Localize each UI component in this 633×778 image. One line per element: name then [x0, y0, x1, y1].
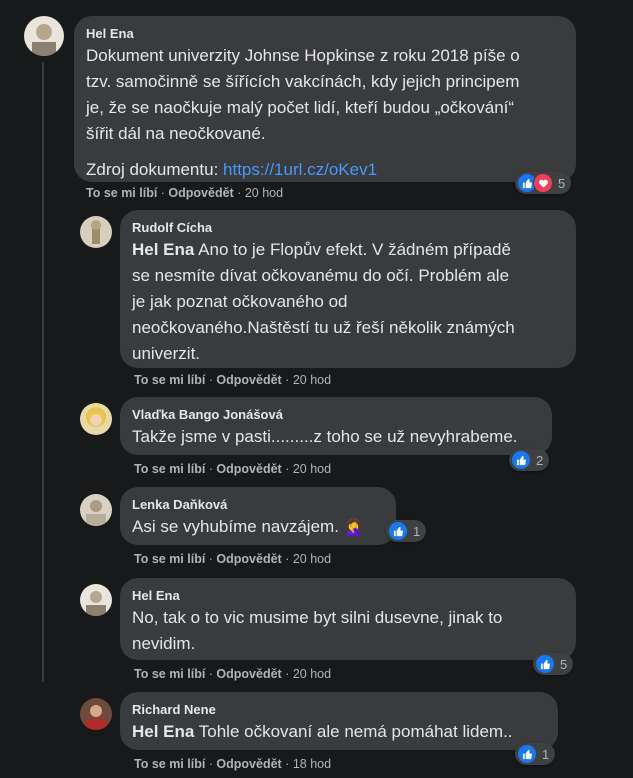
reply-button[interactable]: Odpovědět	[216, 667, 281, 681]
avatar-image	[32, 24, 56, 56]
comment-author[interactable]: Richard Nene	[132, 702, 546, 717]
comment-text-line: Ano to je Flopův efekt. V žádném případě	[194, 240, 511, 259]
comment-text-line: univerzit.	[132, 344, 201, 363]
avatar[interactable]	[80, 403, 112, 435]
like-button[interactable]: To se mi líbí	[134, 552, 205, 566]
comment-text-line: Dokument univerzity Johnse Hopkinse z ro…	[86, 46, 520, 65]
love-icon	[533, 173, 553, 193]
comment-author[interactable]: Hel Ena	[132, 588, 564, 603]
avatar[interactable]	[24, 16, 64, 56]
comment-actions: To se mi líbí · Odpovědět · 20 hod	[134, 667, 332, 681]
comment-text: Asi se vyhubíme navzájem.	[132, 517, 339, 536]
comment-bubble: Vlaďka Bango Jonášová Takže jsme v pasti…	[120, 397, 552, 455]
comment-author[interactable]: Hel Ena	[86, 26, 564, 41]
reply-button[interactable]: Odpovědět	[216, 552, 281, 566]
source-label: Zdroj dokumentu:	[86, 160, 224, 179]
avatar-image	[86, 705, 106, 730]
comment-text-line: šířit dál na neočkované.	[86, 124, 266, 143]
reaction-count: 2	[536, 452, 544, 468]
comment-bubble: Hel Ena No, tak o to vic musime byt siln…	[120, 578, 576, 660]
comment-text-line: nevidim.	[132, 634, 196, 653]
comment-text-line: neočkovaného.Naštěstí tu už řeší několik…	[132, 318, 515, 337]
timestamp[interactable]: 20 hod	[293, 462, 331, 476]
comment-bubble: Richard Nene Hel Ena Tohle očkovaní ale …	[120, 692, 558, 750]
reaction-count: 5	[558, 175, 566, 191]
mention[interactable]: Hel Ena	[132, 240, 194, 259]
reactions-badge[interactable]: 1	[386, 520, 427, 542]
avatar-image	[86, 500, 106, 526]
like-icon	[511, 450, 531, 470]
like-button[interactable]: To se mi líbí	[134, 373, 205, 387]
like-button[interactable]: To se mi líbí	[134, 757, 205, 771]
like-icon	[388, 521, 408, 541]
avatar[interactable]	[80, 584, 112, 616]
comment-text-line: je, že se naočkuje malý počet lidí, kteř…	[86, 98, 515, 117]
comment-actions: To se mi líbí · Odpovědět · 20 hod	[86, 186, 284, 200]
comment-text-line: je jak poznat očkovaného od	[132, 292, 348, 311]
like-icon	[535, 654, 555, 674]
like-button[interactable]: To se mi líbí	[134, 667, 205, 681]
comment-text-line: tzv. samočinně se šířících vakcínách, kd…	[86, 72, 520, 91]
like-button[interactable]: To se mi líbí	[134, 462, 205, 476]
reply-button[interactable]: Odpovědět	[168, 186, 233, 200]
reply-button[interactable]: Odpovědět	[216, 757, 281, 771]
reaction-count: 1	[413, 523, 421, 539]
avatar[interactable]	[80, 216, 112, 248]
timestamp[interactable]: 20 hod	[293, 373, 331, 387]
comment-author[interactable]: Rudolf Cícha	[132, 220, 564, 235]
reactions-badge[interactable]: 5	[533, 653, 574, 675]
timestamp[interactable]: 20 hod	[293, 552, 331, 566]
facepalm-emoji: 🤦‍♀️	[343, 519, 364, 536]
comment-bubble: Lenka Daňková Asi se vyhubíme navzájem. …	[120, 487, 396, 545]
reactions-badge[interactable]: 2	[509, 449, 550, 471]
reply-button[interactable]: Odpovědět	[216, 462, 281, 476]
comment-author[interactable]: Vlaďka Bango Jonášová	[132, 407, 540, 422]
reactions-badge[interactable]: 1	[515, 743, 556, 765]
comment-bubble: Rudolf Cícha Hel Ena Ano to je Flopův ef…	[120, 210, 576, 368]
comment-text: Tohle očkovaní ale nemá pomáhat lidem..	[194, 722, 513, 741]
avatar-image	[91, 220, 101, 244]
timestamp[interactable]: 20 hod	[293, 667, 331, 681]
comment-text-line: se nesmíte dívat očkovanému do očí. Prob…	[132, 266, 510, 285]
comment-actions: To se mi líbí · Odpovědět · 20 hod	[134, 552, 332, 566]
source-link[interactable]: https://1url.cz/oKev1	[223, 160, 377, 179]
comment-text: Takže jsme v pasti.........z toho se už …	[132, 427, 518, 446]
avatar[interactable]	[80, 494, 112, 526]
avatar-image	[86, 407, 106, 427]
comment-bubble: Hel Ena Dokument univerzity Johnse Hopki…	[74, 16, 576, 182]
mention[interactable]: Hel Ena	[132, 722, 194, 741]
timestamp[interactable]: 20 hod	[245, 186, 283, 200]
timestamp[interactable]: 18 hod	[293, 757, 331, 771]
reactions-badge[interactable]: 5	[515, 172, 572, 194]
reaction-count: 5	[560, 656, 568, 672]
like-icon	[517, 744, 537, 764]
avatar[interactable]	[80, 698, 112, 730]
comment-actions: To se mi líbí · Odpovědět · 18 hod	[134, 757, 332, 771]
avatar-image	[86, 591, 106, 616]
thread-line	[42, 62, 44, 682]
comment-actions: To se mi líbí · Odpovědět · 20 hod	[134, 462, 332, 476]
like-button[interactable]: To se mi líbí	[86, 186, 157, 200]
reply-button[interactable]: Odpovědět	[216, 373, 281, 387]
reaction-count: 1	[542, 746, 550, 762]
comment-author[interactable]: Lenka Daňková	[132, 497, 384, 512]
comment-text-line: No, tak o to vic musime byt silni dusevn…	[132, 608, 503, 627]
comment-actions: To se mi líbí · Odpovědět · 20 hod	[134, 373, 332, 387]
